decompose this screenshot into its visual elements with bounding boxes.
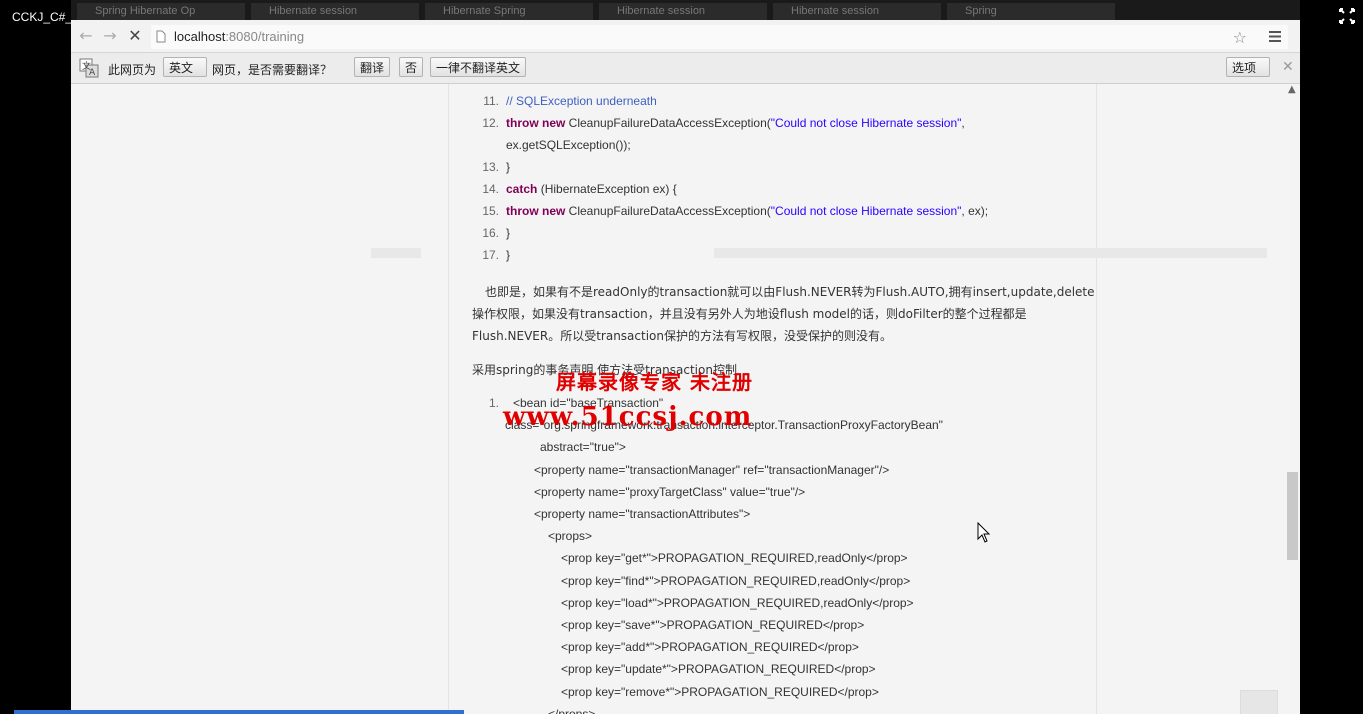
browser-tab[interactable]: Hibernate session [599,3,767,20]
code-text: <property name="proxyTargetClass" value=… [534,484,806,499]
page-icon [156,30,166,43]
browser-tab[interactable]: Hibernate session [251,3,419,20]
translate-icon: 文 A [79,58,99,78]
code-text: </props> [548,706,596,714]
scroll-up-arrow-icon[interactable]: ▲ [1288,84,1296,95]
browser-tab[interactable]: Hibernate session [773,3,941,20]
scrollbar-thumb[interactable] [1287,472,1298,560]
loading-progress-bar [14,710,464,714]
code-text: <property name="transactionAttributes"> [534,507,751,521]
page-content: 11. // SQLException underneath 12. throw ne… [71,84,1300,714]
code-token: CleanupFailureDataAccessException( [565,204,771,218]
line-number: 15. [482,204,499,218]
code-token: throw new [506,204,566,218]
never-translate-button[interactable]: 一律不翻译英文 [430,57,527,77]
code-text: <props> [548,529,593,544]
tab-strip: Spring Hibernate Op Hibernate session Hibe… [71,0,1300,20]
watermark-text: 屏幕录像专家 未注册 [556,370,753,394]
options-button[interactable]: 选项 ▾ [1226,57,1270,95]
browser-tab[interactable]: Spring [947,3,1115,20]
stop-loading-icon[interactable]: ✕ [126,27,144,45]
code-token: CleanupFailureDataAccessException( [565,116,771,130]
watermark-url: www.51ccsj.com [503,402,753,432]
browser-tab[interactable]: Hibernate Spring [425,3,593,20]
code-token: } [506,248,511,262]
column-divider [448,84,449,714]
code-token: } [506,226,511,240]
code-block-bottom-bar [371,248,421,258]
line-number: 12. [482,116,499,130]
code-text: <prop key="get*">PROPAGATION_REQUIRED,re… [561,551,908,566]
back-arrow-icon[interactable]: ← [77,27,95,45]
code-text: <prop key="add*">PROPAGATION_REQUIRED</p… [561,640,859,655]
line-number: 16. [482,226,499,240]
vertical-scrollbar[interactable]: ▲ [1285,84,1300,714]
back-to-top-icon[interactable] [1240,690,1278,714]
translate-infobar: 文 A 此网页为 英文 ▾ 网页，是否需要翻译？ 翻译 否 一律不翻译英文 选项… [71,53,1300,95]
code-text: <prop key="find*">PROPAGATION_REQUIRED,r… [561,573,911,588]
close-icon[interactable]: ✕ [1282,59,1294,75]
code-text: <prop key="remove*">PROPAGATION_REQUIRED… [561,684,879,699]
code-token: ex.getSQLException()); [506,138,631,152]
url-text: localhost:8080/training [174,29,305,44]
column-divider [1096,84,1097,714]
translate-button[interactable]: 翻译 [354,57,391,77]
browser-tab[interactable]: Spring Hibernate Op [77,3,245,20]
line-number: 1. [488,396,499,410]
browser-toolbar: ← → ✕ localhost:8080/training ☆ [71,20,1300,53]
code-token: , [961,116,965,130]
code-token: (HibernateException ex) { [537,182,677,196]
address-bar[interactable]: localhost:8080/training ☆ [151,25,1288,49]
code-token: // SQLException underneath [506,94,657,108]
code-token: throw new [506,116,566,130]
code-token: } [506,160,511,174]
code-block-bottom-bar [714,248,1267,258]
code-token: "Could not close Hibernate session" [770,116,962,130]
code-token: "Could not close Hibernate session" [770,204,962,218]
browser-window: Spring Hibernate Op Hibernate session Hibe… [71,0,1300,714]
code-text: abstract="true"> [540,440,626,455]
code-text: <property name="transactionManager" ref=… [534,462,890,477]
paragraph-line: Flush.NEVER。所以受transaction保护的方法有写权限，没受保护… [472,329,892,343]
mouse-cursor-icon [977,522,991,543]
language-select[interactable]: 英文 ▾ [163,57,207,95]
no-button[interactable]: 否 [399,57,424,77]
forward-arrow-icon[interactable]: → [101,27,119,45]
bookmark-star-icon[interactable]: ☆ [1233,28,1247,47]
code-text: <prop key="save*">PROPAGATION_REQUIRED</… [561,618,865,632]
fullscreen-icon[interactable] [1338,8,1356,24]
menu-icon[interactable] [1269,31,1281,42]
paragraph-line: 操作权限，如果没有transaction，并且没有另外人为地设flush mod… [472,307,1027,321]
translate-prefix: 此网页为 [108,63,157,77]
line-number: 14. [482,182,499,196]
svg-text:A: A [89,68,96,78]
paragraph-line: 也即是，如果有不是readOnly的transaction就可以由Flush.N… [485,285,1095,299]
code-text: <prop key="update*">PROPAGATION_REQUIRED… [561,662,876,677]
line-number: 17. [482,248,499,262]
line-number: 11. [483,94,499,108]
code-text: <prop key="load*">PROPAGATION_REQUIRED,r… [561,595,914,610]
code-token: catch [506,182,538,196]
translate-question: 网页，是否需要翻译？ [212,63,333,77]
line-number: 13. [482,160,499,174]
code-token: , ex); [961,204,989,218]
